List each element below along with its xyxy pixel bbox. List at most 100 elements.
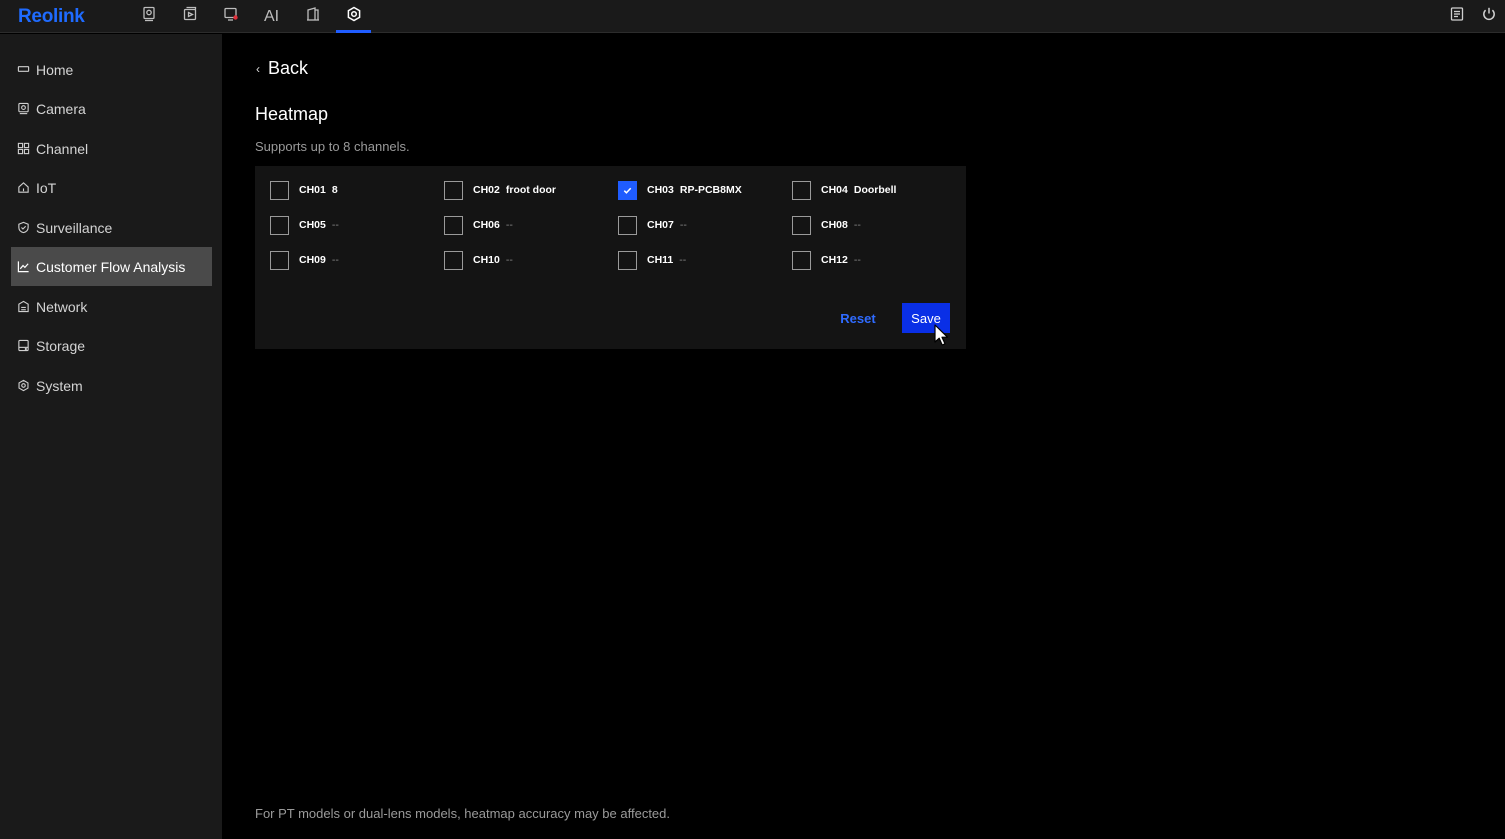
channel-name: -- [853, 219, 861, 231]
nav-settings[interactable] [333, 0, 374, 33]
checkbox[interactable] [270, 215, 289, 235]
checkbox[interactable] [444, 180, 463, 200]
alarm-icon [223, 6, 239, 27]
top-bar: Reolink AI [0, 0, 1505, 33]
sidebar: Home Camera Channel IoT Surveillance Cus… [0, 34, 222, 839]
back-label: Back [268, 58, 309, 78]
footnote: For PT models or dual-lens models, heatm… [255, 806, 670, 821]
sidebar-item-camera[interactable]: Camera [11, 89, 212, 128]
sidebar-item-network[interactable]: Network [11, 287, 212, 326]
storage-icon [16, 339, 30, 353]
nav-devices[interactable] [292, 0, 333, 33]
channel-code: CH12 [821, 254, 848, 266]
chevron-left-icon: ‹ [256, 61, 260, 76]
checkbox[interactable] [792, 250, 811, 270]
sidebar-item-system[interactable]: System [11, 366, 212, 405]
sidebar-item-label: Network [36, 298, 88, 315]
gear-icon [16, 379, 30, 393]
sidebar-item-channel[interactable]: Channel [11, 129, 212, 168]
page-subtitle: Supports up to 8 channels. [255, 139, 410, 154]
channel-code: CH06 [473, 219, 500, 231]
channel-checkbox-ch09[interactable]: CH09 -- [270, 250, 339, 270]
checkbox-checked[interactable] [618, 180, 637, 200]
channel-checkbox-ch06[interactable]: CH06 -- [444, 215, 513, 235]
channel-name: 8 [331, 184, 338, 196]
reset-button[interactable]: Reset [832, 303, 884, 333]
channel-name: -- [505, 219, 513, 231]
notes-icon[interactable] [1449, 6, 1465, 27]
channel-name: RP-PCB8MX [679, 184, 742, 196]
nav-alarms[interactable] [210, 0, 251, 33]
channel-code: CH10 [473, 254, 500, 266]
checkbox[interactable] [270, 250, 289, 270]
check-icon [623, 187, 632, 194]
sidebar-item-storage[interactable]: Storage [11, 326, 212, 365]
back-button[interactable]: ‹ Back [256, 58, 308, 79]
sidebar-item-label: IoT [36, 179, 57, 196]
sidebar-item-label: Camera [36, 100, 86, 117]
channel-checkbox-ch04[interactable]: CH04 Doorbell [792, 180, 896, 200]
power-icon[interactable] [1481, 6, 1497, 27]
sidebar-item-label: Channel [36, 140, 89, 157]
sidebar-item-surveillance[interactable]: Surveillance [11, 208, 212, 247]
shield-icon [16, 221, 30, 235]
channel-name: -- [331, 219, 339, 231]
channel-checkbox-ch07[interactable]: CH07 -- [618, 215, 687, 235]
channel-code: CH03 [647, 184, 674, 196]
channel-code: CH08 [821, 219, 848, 231]
iot-home-icon [16, 181, 30, 195]
channel-name: -- [331, 254, 339, 266]
channel-checkbox-ch12[interactable]: CH12 -- [792, 250, 861, 270]
checkbox[interactable] [792, 180, 811, 200]
checkbox[interactable] [270, 180, 289, 200]
nav-live-view[interactable] [128, 0, 169, 33]
network-icon [16, 300, 30, 314]
home-icon [16, 63, 30, 77]
sidebar-item-customer-flow-analysis[interactable]: Customer Flow Analysis [11, 247, 212, 286]
playback-icon [182, 6, 198, 27]
channel-name: -- [679, 254, 687, 266]
channel-code: CH05 [299, 219, 326, 231]
camera-icon [16, 102, 30, 116]
channel-name: Doorbell [853, 184, 897, 196]
channel-checkbox-ch10[interactable]: CH10 -- [444, 250, 513, 270]
channel-checkbox-ch08[interactable]: CH08 -- [792, 215, 861, 235]
chart-line-icon [16, 260, 30, 274]
channel-checkbox-ch11[interactable]: CH11 -- [618, 250, 686, 270]
sidebar-item-label: Surveillance [36, 219, 113, 236]
page-title: Heatmap [255, 104, 329, 124]
checkbox[interactable] [618, 215, 637, 235]
channel-checkbox-ch03[interactable]: CH03 RP-PCB8MX [618, 180, 742, 200]
sidebar-item-label: Customer Flow Analysis [36, 258, 186, 275]
mouse-cursor-icon [934, 324, 949, 346]
checkbox[interactable] [444, 215, 463, 235]
channel-name: -- [505, 254, 513, 266]
channel-code: CH02 [473, 184, 500, 196]
sidebar-item-home[interactable]: Home [11, 50, 212, 89]
top-right-actions [1449, 0, 1497, 33]
camera-preview-icon [141, 6, 157, 27]
top-nav: AI [128, 0, 374, 33]
channel-name: froot door [505, 184, 557, 196]
checkbox[interactable] [444, 250, 463, 270]
reolink-logo: Reolink [18, 6, 85, 27]
grid-icon [16, 142, 30, 156]
channel-code: CH01 [299, 184, 326, 196]
channel-checkbox-ch01[interactable]: CH01 8 [270, 180, 338, 200]
channel-name: -- [679, 219, 687, 231]
channel-code: CH04 [821, 184, 848, 196]
ai-label: AI [263, 7, 280, 25]
nav-playback[interactable] [169, 0, 210, 33]
door-icon [305, 6, 321, 27]
channel-name: -- [853, 254, 861, 266]
sidebar-item-iot[interactable]: IoT [11, 168, 212, 207]
channel-checkbox-ch05[interactable]: CH05 -- [270, 215, 339, 235]
checkbox[interactable] [792, 215, 811, 235]
channel-code: CH07 [647, 219, 674, 231]
checkbox[interactable] [618, 250, 637, 270]
sidebar-item-label: Home [36, 61, 74, 78]
channel-checkbox-ch02[interactable]: CH02 froot door [444, 180, 556, 200]
settings-icon [346, 6, 362, 27]
nav-ai[interactable]: AI [251, 0, 292, 33]
sidebar-item-label: System [36, 377, 83, 394]
